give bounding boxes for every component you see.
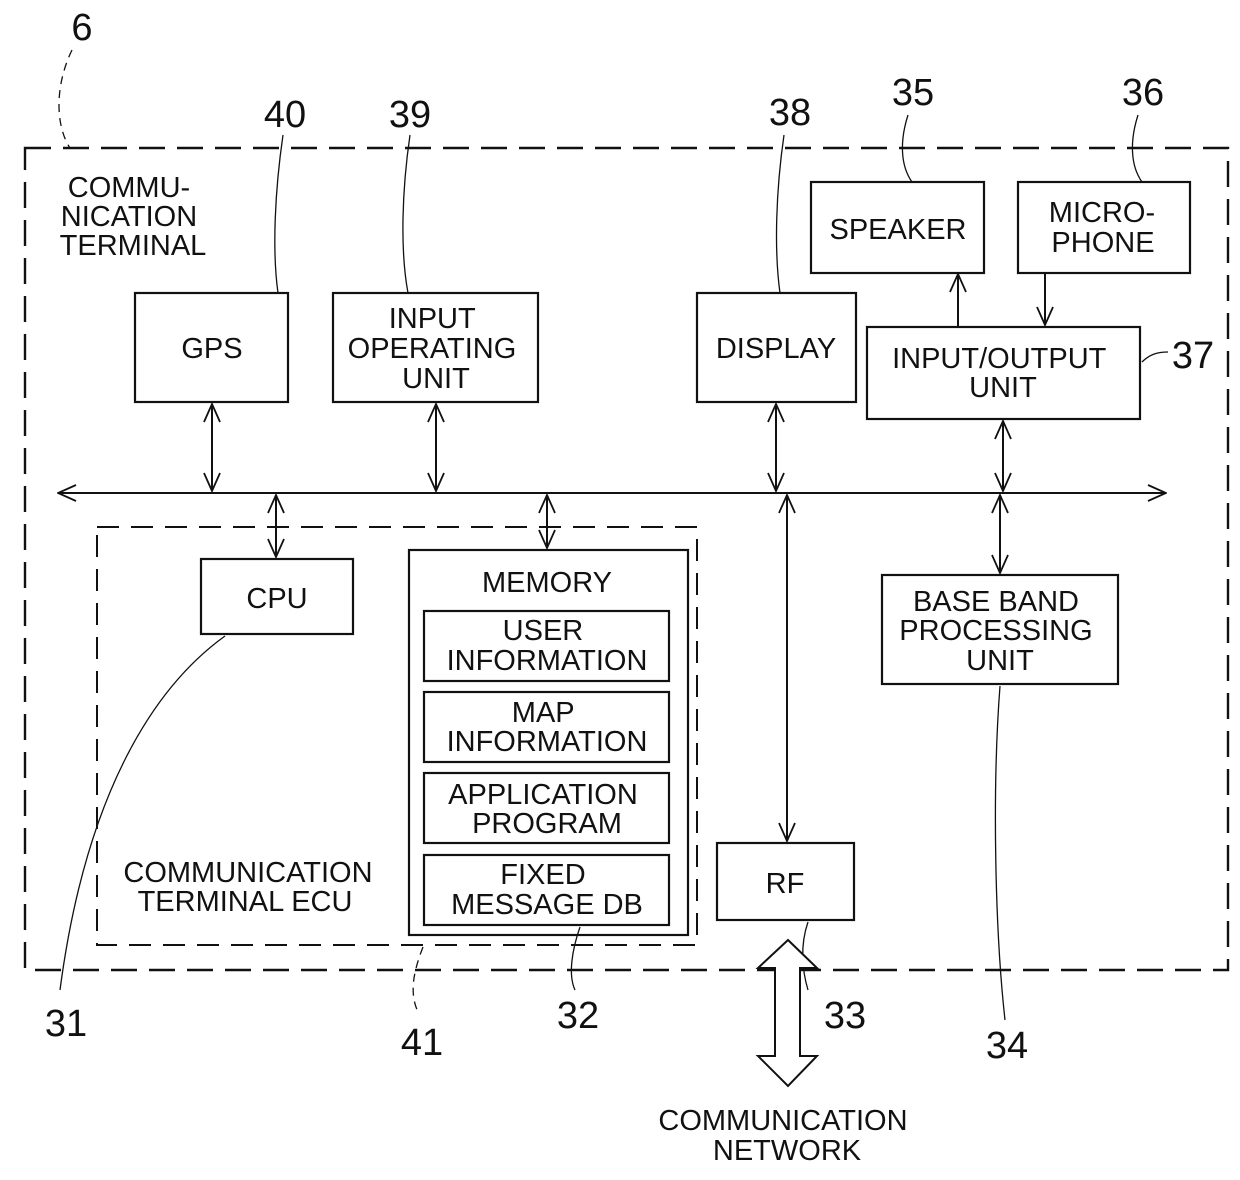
svg-text:APPLICATION PROGRAM: APPLICATION PROGRAM bbox=[448, 779, 646, 840]
baseband-processing-unit-block: BASE BAND PROCESSING UNIT bbox=[880, 573, 1120, 686]
microphone-label: MICRO- PHONE bbox=[1049, 197, 1163, 259]
ref-numeral-36: 36 bbox=[1122, 72, 1164, 114]
ref-numeral-41: 41 bbox=[401, 1022, 443, 1064]
block-diagram: COMMU- NICATION TERMINAL 6 COMMUNICATION… bbox=[23, 7, 1230, 1167]
ref-numeral-32: 32 bbox=[557, 995, 599, 1037]
cpu-block: CPU bbox=[199, 557, 355, 636]
ref-numeral-31: 31 bbox=[45, 1003, 87, 1045]
leader-line-38 bbox=[775, 134, 785, 294]
gps-label: GPS bbox=[181, 333, 242, 365]
ref-numeral-40: 40 bbox=[264, 94, 306, 136]
leader-line-39 bbox=[402, 134, 411, 294]
memory-title: MEMORY bbox=[482, 567, 612, 599]
speaker-block: SPEAKER bbox=[809, 180, 986, 275]
ecu-title: COMMUNICATION TERMINAL ECU bbox=[123, 857, 380, 918]
rf-block: RF bbox=[715, 841, 856, 922]
memory-block: MEMORY USER INFORMATION MAP INFORMATION … bbox=[407, 548, 690, 937]
leader-line-40 bbox=[274, 134, 284, 294]
ref-numeral-37: 37 bbox=[1172, 335, 1214, 377]
ref-numeral-38: 38 bbox=[769, 92, 811, 134]
ref-numeral-6: 6 bbox=[71, 7, 92, 49]
input-operating-unit-block: INPUT OPERATING UNIT bbox=[331, 291, 540, 404]
communication-network-label: COMMUNICATION NETWORK bbox=[658, 1105, 915, 1167]
network-bidirectional-arrow bbox=[755, 938, 820, 1088]
ref-numeral-39: 39 bbox=[389, 94, 431, 136]
communication-terminal-title: COMMU- NICATION TERMINAL bbox=[60, 172, 207, 262]
memory-section-user-information: USER INFORMATION bbox=[422, 609, 671, 683]
leader-line-37 bbox=[1141, 351, 1169, 363]
memory-section-application-program: APPLICATION PROGRAM bbox=[422, 771, 671, 845]
leader-line-6 bbox=[58, 49, 73, 149]
leader-line-32 bbox=[570, 926, 581, 991]
ref-numeral-35: 35 bbox=[892, 72, 934, 114]
ref-numeral-34: 34 bbox=[986, 1025, 1028, 1067]
gps-block: GPS bbox=[133, 291, 290, 404]
memory-section-map-information: MAP INFORMATION bbox=[422, 690, 671, 764]
cpu-label: CPU bbox=[246, 583, 307, 615]
leader-line-41 bbox=[412, 946, 424, 1013]
speaker-label: SPEAKER bbox=[830, 214, 967, 246]
rf-label: RF bbox=[766, 868, 805, 900]
microphone-block: MICRO- PHONE bbox=[1016, 180, 1192, 275]
display-label: DISPLAY bbox=[716, 333, 836, 365]
ref-numeral-33: 33 bbox=[824, 995, 866, 1037]
input-output-unit-block: INPUT/OUTPUT UNIT bbox=[865, 325, 1142, 421]
memory-section-fixed-message-db: FIXED MESSAGE DB bbox=[422, 853, 671, 927]
leader-line-31 bbox=[59, 635, 226, 991]
display-block: DISPLAY bbox=[695, 291, 858, 404]
